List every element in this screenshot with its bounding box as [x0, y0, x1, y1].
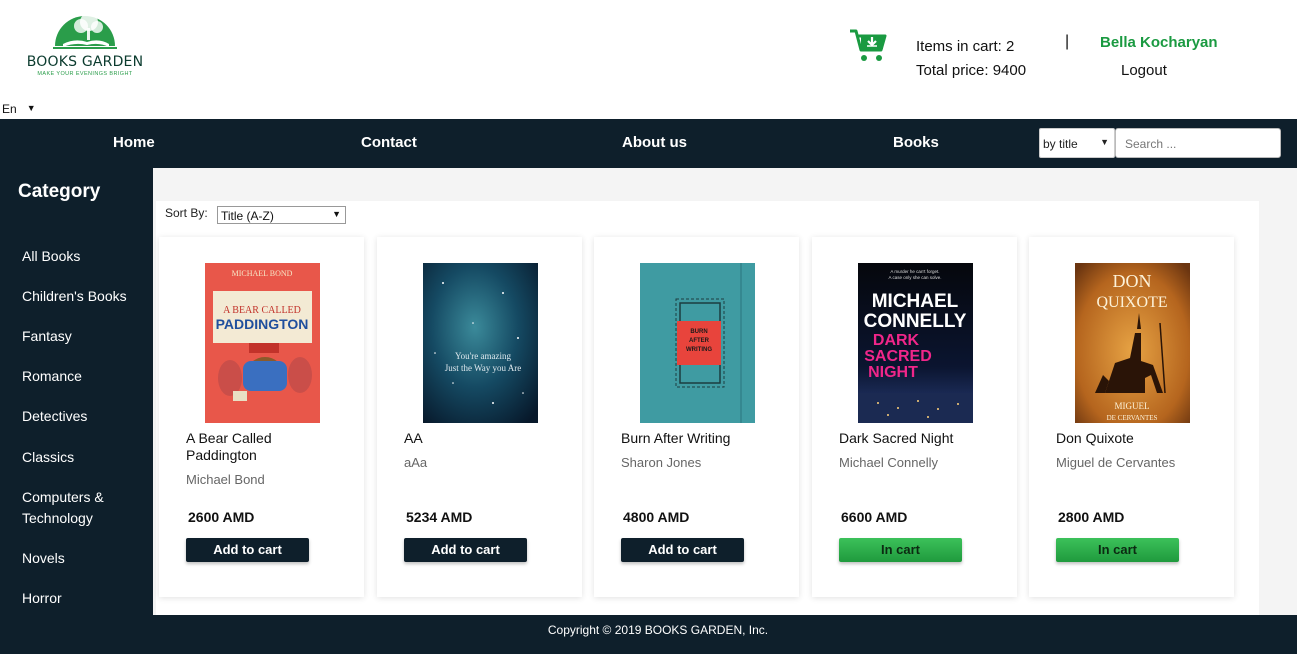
cover-text-line: BURN — [690, 329, 707, 335]
search-placeholder: Search ... — [1125, 137, 1177, 151]
book-price: 5234 AMD — [406, 509, 473, 525]
cover-title-text: NIGHT — [868, 364, 918, 381]
category-item-all-books[interactable]: All Books — [22, 246, 80, 267]
cover-text-line: WRITING — [686, 347, 712, 353]
cover-text-line: You're amazing — [455, 351, 511, 361]
search-input[interactable]: Search ... — [1115, 128, 1281, 158]
nav-about-us[interactable]: About us — [622, 134, 687, 151]
in-cart-button[interactable]: In cart — [1056, 538, 1179, 562]
shopping-cart-icon[interactable] — [849, 28, 887, 64]
category-item-childrens-books[interactable]: Children's Books — [22, 286, 127, 307]
search-type-value: by title — [1043, 137, 1078, 151]
caret-down-icon: ▼ — [26, 103, 36, 113]
main-nav: Home Contact About us Books by title ▼ S… — [0, 119, 1297, 168]
header-separator: | — [1065, 33, 1070, 50]
brand-name: BOOKS GARDEN — [26, 54, 144, 70]
category-item-classics[interactable]: Classics — [22, 447, 74, 468]
sort-label: Sort By: — [165, 206, 208, 220]
book-cover-image[interactable]: You're amazing Just the Way you Are — [423, 263, 538, 423]
book-author: Michael Connelly — [839, 455, 938, 470]
book-author: Sharon Jones — [621, 455, 702, 470]
category-item-computers-technology[interactable]: Computers & Technology — [22, 487, 122, 529]
cover-title-text: DON — [1113, 271, 1152, 291]
add-to-cart-button[interactable]: Add to cart — [404, 538, 527, 562]
book-price: 2800 AMD — [1058, 509, 1125, 525]
cover-title-text: PADDINGTON — [216, 316, 309, 332]
book-card[interactable]: BURN AFTER WRITING Burn After Writing Sh… — [594, 237, 799, 597]
cover-title-text: DARK — [873, 332, 920, 349]
language-value: En — [2, 102, 17, 116]
cover-author-text: MICHAEL — [872, 291, 959, 312]
cart-summary: Items in cart: 2 Total price: 9400 — [916, 35, 1026, 83]
book-title[interactable]: Burn After Writing — [621, 430, 781, 447]
nav-home[interactable]: Home — [113, 134, 155, 151]
category-item-novels[interactable]: Novels — [22, 548, 65, 569]
cover-text-line: Just the Way you Are — [445, 363, 522, 373]
search-type-select[interactable]: by title ▼ — [1039, 128, 1115, 158]
category-item-romance[interactable]: Romance — [22, 366, 82, 387]
book-cover-image[interactable]: A murder he can't forget. A case only sh… — [858, 263, 973, 423]
cover-title-text: SACRED — [864, 348, 932, 365]
cover-text-line: A murder he can't forget. — [890, 269, 939, 274]
add-to-cart-button[interactable]: Add to cart — [186, 538, 309, 562]
add-to-cart-button[interactable]: Add to cart — [621, 538, 744, 562]
category-sidebar: Category All Books Children's Books Fant… — [0, 168, 153, 615]
caret-down-icon: ▼ — [1100, 137, 1109, 147]
book-title[interactable]: Dark Sacred Night — [839, 430, 999, 447]
logout-link[interactable]: Logout — [1121, 62, 1167, 79]
book-card[interactable]: DON QUIXOTE MIGUEL DE CERVANTES Don Quix… — [1029, 237, 1234, 597]
book-title[interactable]: AA — [404, 430, 564, 447]
book-author: Michael Bond — [186, 472, 265, 487]
category-item-fantasy[interactable]: Fantasy — [22, 326, 72, 347]
language-select[interactable]: En ▼ — [2, 102, 36, 116]
book-title[interactable]: A Bear Called Paddington — [186, 430, 346, 464]
category-title: Category — [18, 181, 101, 202]
user-name-link[interactable]: Bella Kocharyan — [1100, 34, 1218, 51]
cover-text-line: A case only she can solve. — [888, 275, 941, 280]
sort-select[interactable]: Title (A-Z) ▼ — [217, 206, 346, 224]
book-cover-image[interactable]: MICHAEL BOND A BEAR CALLED PADDINGTON — [205, 263, 320, 423]
book-title[interactable]: Don Quixote — [1056, 430, 1216, 447]
cover-text-line: AFTER — [689, 338, 710, 344]
caret-down-icon: ▼ — [332, 209, 341, 219]
brand-tagline: MAKE YOUR EVENINGS BRIGHT — [37, 71, 133, 77]
book-author: aAa — [404, 455, 428, 470]
book-cover-image[interactable]: BURN AFTER WRITING — [640, 263, 755, 423]
site-header: BOOKS GARDEN MAKE YOUR EVENINGS BRIGHT E… — [0, 0, 1297, 119]
book-price: 2600 AMD — [188, 509, 255, 525]
site-footer: Copyright © 2019 BOOKS GARDEN, Inc. — [0, 615, 1297, 654]
book-price: 4800 AMD — [623, 509, 690, 525]
book-card[interactable]: A murder he can't forget. A case only sh… — [812, 237, 1017, 597]
nav-books[interactable]: Books — [893, 134, 939, 151]
cart-items-count: Items in cart: 2 — [916, 38, 1015, 55]
site-logo[interactable]: BOOKS GARDEN MAKE YOUR EVENINGS BRIGHT — [20, 8, 150, 88]
book-price: 6600 AMD — [841, 509, 908, 525]
copyright-text: Copyright © 2019 BOOKS GARDEN, Inc. — [547, 623, 769, 637]
category-item-horror[interactable]: Horror — [22, 588, 62, 609]
nav-contact[interactable]: Contact — [361, 134, 417, 151]
book-card[interactable]: MICHAEL BOND A BEAR CALLED PADDINGTON A … — [159, 237, 364, 597]
book-card[interactable]: You're amazing Just the Way you Are AA a… — [377, 237, 582, 597]
cover-title-text: QUIXOTE — [1096, 294, 1167, 311]
in-cart-button[interactable]: In cart — [839, 538, 962, 562]
cover-author-text: CONNELLY — [864, 311, 967, 332]
sort-value: Title (A-Z) — [221, 209, 274, 223]
cover-text-line: A BEAR CALLED — [223, 305, 301, 316]
cart-total-price: Total price: 9400 — [916, 62, 1027, 79]
cover-author-text: DE CERVANTES — [1107, 414, 1158, 422]
cover-author-text: MIGUEL — [1115, 401, 1150, 411]
book-cover-image[interactable]: DON QUIXOTE MIGUEL DE CERVANTES — [1075, 263, 1190, 423]
category-item-detectives[interactable]: Detectives — [22, 406, 87, 427]
book-author: Miguel de Cervantes — [1056, 455, 1176, 470]
tree-logo-icon — [53, 13, 117, 49]
cover-author-text: MICHAEL BOND — [232, 269, 293, 278]
